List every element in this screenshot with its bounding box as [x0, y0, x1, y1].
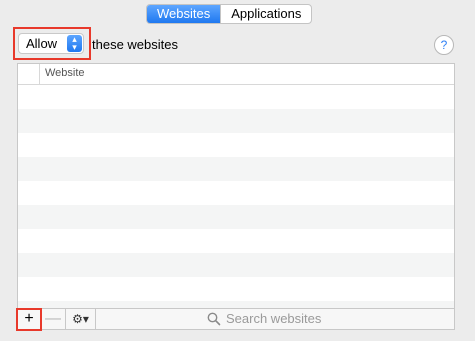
table-row	[18, 181, 454, 205]
add-button[interactable]: +	[18, 309, 41, 329]
table-row	[18, 205, 454, 229]
tab-applications[interactable]: Applications	[221, 5, 311, 23]
website-column-header[interactable]: Website	[45, 67, 85, 79]
search-field[interactable]: Search websites	[100, 309, 455, 329]
table-row	[18, 301, 454, 308]
segmented-control: Websites Applications	[146, 4, 313, 24]
remove-button[interactable]: —	[41, 309, 66, 329]
table-row	[18, 85, 454, 109]
table-toolbar: + — ⚙▾ Search websites	[17, 309, 455, 330]
table-row	[18, 229, 454, 253]
table-row	[18, 277, 454, 301]
policy-popup-label: Allow	[26, 36, 58, 51]
website-table: Website	[17, 63, 455, 309]
policy-popup-button[interactable]: Allow ▴ ▾	[18, 33, 84, 54]
help-button[interactable]: ?	[434, 35, 454, 55]
policy-suffix-text: these websites	[92, 37, 178, 52]
chevron-up-down-icon: ▴ ▾	[67, 35, 82, 52]
table-row	[18, 109, 454, 133]
table-row	[18, 133, 454, 157]
table-header: Website	[18, 64, 454, 85]
tab-websites[interactable]: Websites	[147, 5, 222, 23]
table-row	[18, 253, 454, 277]
gear-menu-button[interactable]: ⚙▾	[66, 309, 96, 329]
checkbox-column-header[interactable]	[18, 64, 40, 84]
table-row	[18, 157, 454, 181]
search-placeholder: Search websites	[226, 311, 322, 326]
table-rows	[18, 85, 454, 308]
search-icon	[207, 312, 221, 326]
